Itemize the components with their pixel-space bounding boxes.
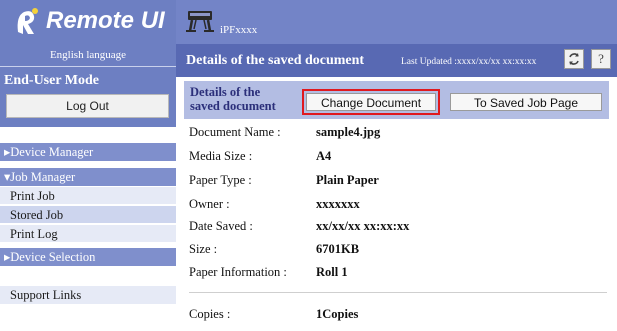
details-label-line2: saved document — [190, 99, 276, 113]
owner-label: Owner : — [189, 197, 230, 211]
change-document-button[interactable]: Change Document — [306, 93, 436, 111]
nav-device-manager-label: Device Manager — [10, 145, 94, 159]
printer-icon — [186, 11, 214, 32]
owner-value: xxxxxxx — [316, 197, 360, 211]
sidebar-item-print-log[interactable]: Print Log — [0, 225, 176, 243]
size-value: 6701KB — [316, 242, 360, 256]
sidebar-item-stored-job[interactable]: Stored Job — [0, 206, 176, 224]
document-name-label: Document Name : — [189, 125, 281, 139]
paper-type-label: Paper Type : — [189, 173, 252, 187]
media-size-value: A4 — [316, 149, 332, 163]
paper-information-label: Paper Information : — [189, 265, 287, 279]
help-button[interactable]: ? — [591, 49, 611, 69]
logout-button[interactable]: Log Out — [6, 94, 169, 118]
main-content: iPFxxxx Details of the saved document La… — [176, 0, 617, 331]
refresh-icon — [569, 53, 579, 65]
copies-value: 1Copies — [316, 307, 359, 321]
language-link[interactable]: English language — [0, 44, 176, 66]
section-divider — [189, 292, 607, 293]
details-action-panel: Details of the saved document Change Doc… — [184, 81, 609, 119]
support-links[interactable]: Support Links — [0, 286, 176, 304]
last-updated-timestamp: Last Updated :xxxx/xx/xx xx:xx:xx — [401, 57, 537, 67]
page-title: Details of the saved document — [186, 53, 365, 68]
size-label: Size : — [189, 242, 218, 256]
sidebar-item-print-job[interactable]: Print Job — [0, 187, 176, 205]
paper-type-value: Plain Paper — [316, 173, 379, 187]
logo-bar: Remote UI — [0, 0, 176, 44]
date-saved-label: Date Saved : — [189, 219, 253, 233]
date-saved-value: xx/xx/xx xx:xx:xx — [316, 219, 410, 233]
media-size-label: Media Size : — [189, 149, 253, 163]
remote-ui-logo-icon — [17, 8, 38, 34]
details-section-label: Details of the saved document — [190, 85, 276, 113]
app-title: Remote UI — [46, 7, 165, 34]
nav-job-manager-label: Job Manager — [10, 170, 76, 184]
mode-title: End-User Mode — [4, 73, 100, 88]
nav-device-manager[interactable]: ▸Device Manager — [0, 143, 176, 161]
refresh-button[interactable] — [564, 49, 584, 69]
to-saved-job-page-button[interactable]: To Saved Job Page — [450, 93, 602, 111]
copies-label: Copies : — [189, 307, 231, 321]
nav-job-manager[interactable]: ▾Job Manager — [0, 168, 176, 186]
paper-information-value: Roll 1 — [316, 265, 348, 279]
user-mode-panel: End-User Mode Log Out — [0, 67, 176, 127]
document-name-value: sample4.jpg — [316, 125, 381, 139]
printer-header: iPFxxxx — [176, 0, 617, 44]
printer-name: iPFxxxx — [220, 24, 258, 36]
nav-device-selection[interactable]: ▸Device Selection — [0, 248, 176, 266]
details-label-line1: Details of the — [190, 85, 261, 99]
nav-device-selection-label: Device Selection — [10, 250, 96, 264]
sidebar: Remote UI English language End-User Mode… — [0, 0, 176, 331]
page-title-bar: Details of the saved document Last Updat… — [176, 44, 617, 77]
